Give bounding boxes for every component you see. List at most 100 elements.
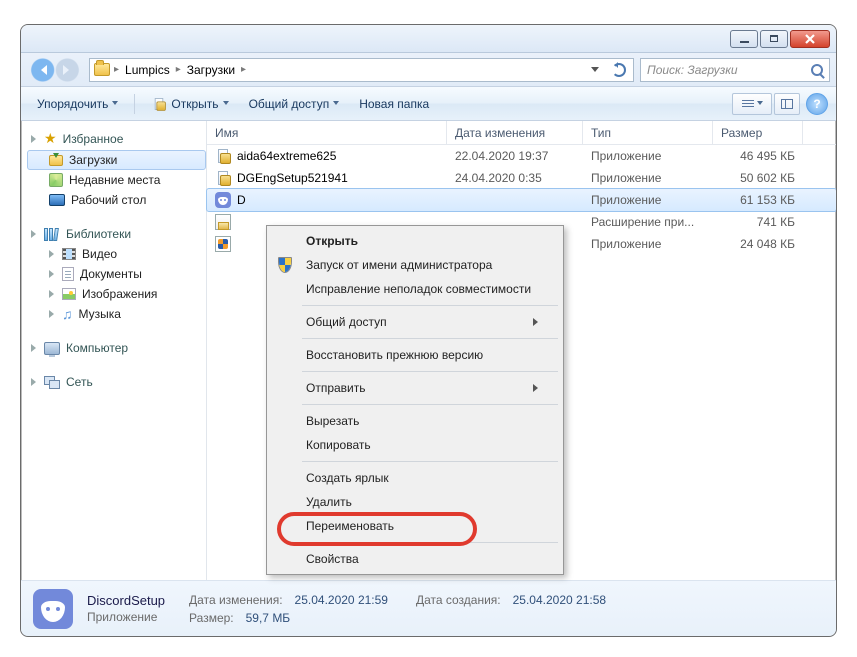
breadcrumb-downloads[interactable]: Загрузки xyxy=(185,63,237,77)
virtualbox-icon xyxy=(215,236,231,252)
maximize-button[interactable] xyxy=(760,30,788,48)
tree-expand-icon xyxy=(31,344,40,352)
chevron-down-icon xyxy=(112,101,118,108)
ctx-properties[interactable]: Свойства xyxy=(270,547,560,571)
navigation-pane: ★Избранное Загрузки Недавние места Рабоч… xyxy=(21,121,207,580)
details-filename: DiscordSetup xyxy=(87,593,165,608)
discord-icon xyxy=(33,589,73,629)
refresh-button[interactable] xyxy=(609,60,629,80)
back-forward-buttons[interactable] xyxy=(27,57,83,83)
command-toolbar: Упорядочить Открыть Общий доступ Новая п… xyxy=(21,87,836,121)
folder-icon xyxy=(94,63,110,76)
network-group[interactable]: Сеть xyxy=(27,372,206,392)
msi-icon xyxy=(215,214,231,230)
chevron-down-icon xyxy=(223,101,229,108)
tree-expand-icon xyxy=(49,250,58,258)
column-header-size[interactable]: Размер xyxy=(713,121,803,144)
column-header-type[interactable]: Тип xyxy=(583,121,713,144)
application-icon xyxy=(153,97,167,111)
tree-expand-icon xyxy=(49,290,58,298)
breadcrumb-lumpics[interactable]: Lumpics xyxy=(123,63,172,77)
installer-icon xyxy=(215,148,231,164)
video-icon xyxy=(62,248,76,260)
details-properties: Дата изменения:25.04.2020 21:59 Дата соз… xyxy=(189,593,606,625)
document-icon xyxy=(62,267,74,281)
explorer-window: ▸ Lumpics ▸ Загрузки ▸ Поиск: Загрузки У… xyxy=(20,24,837,637)
share-button[interactable]: Общий доступ xyxy=(241,93,348,115)
downloads-icon xyxy=(49,155,63,166)
column-header-date[interactable]: Дата изменения xyxy=(447,121,583,144)
ctx-send-to[interactable]: Отправить xyxy=(270,376,560,400)
organize-button[interactable]: Упорядочить xyxy=(29,93,126,115)
navigation-bar: ▸ Lumpics ▸ Загрузки ▸ Поиск: Загрузки xyxy=(21,53,836,87)
minimize-button[interactable] xyxy=(730,30,758,48)
chevron-right-icon: ▸ xyxy=(176,64,181,75)
tree-expand-icon xyxy=(49,270,58,278)
ctx-rename[interactable]: Переименовать xyxy=(270,514,560,538)
ctx-create-shortcut[interactable]: Создать ярлык xyxy=(270,466,560,490)
tree-expand-icon xyxy=(49,310,58,318)
sidebar-item-downloads[interactable]: Загрузки xyxy=(27,150,206,170)
toolbar-separator xyxy=(134,94,135,114)
music-icon: ♫ xyxy=(62,307,73,321)
file-row[interactable]: aida64extreme625 22.04.2020 19:37 Прилож… xyxy=(207,145,836,167)
sidebar-item-desktop[interactable]: Рабочий стол xyxy=(27,190,206,210)
shield-icon xyxy=(276,257,294,273)
network-icon xyxy=(44,376,60,389)
ctx-run-as-admin[interactable]: Запуск от имени администратора xyxy=(270,253,560,277)
tree-collapse-icon xyxy=(31,230,40,238)
ctx-separator xyxy=(302,338,558,339)
libraries-icon xyxy=(44,228,60,241)
ctx-separator xyxy=(302,542,558,543)
address-dropdown-button[interactable] xyxy=(585,60,605,80)
window-titlebar xyxy=(21,25,836,53)
search-placeholder: Поиск: Загрузки xyxy=(647,63,738,77)
sidebar-item-images[interactable]: Изображения xyxy=(27,284,206,304)
sidebar-item-documents[interactable]: Документы xyxy=(27,264,206,284)
file-row-selected[interactable]: D Приложение 61 153 КБ xyxy=(207,189,836,211)
column-header-name[interactable]: Имя xyxy=(207,121,447,144)
sidebar-item-recent[interactable]: Недавние места xyxy=(27,170,206,190)
help-button[interactable]: ? xyxy=(806,93,828,115)
ctx-cut[interactable]: Вырезать xyxy=(270,409,560,433)
ctx-open[interactable]: Открыть xyxy=(270,229,560,253)
ctx-share[interactable]: Общий доступ xyxy=(270,310,560,334)
new-folder-button[interactable]: Новая папка xyxy=(351,93,437,115)
open-button[interactable]: Открыть xyxy=(143,92,236,116)
ctx-separator xyxy=(302,461,558,462)
ctx-delete[interactable]: Удалить xyxy=(270,490,560,514)
view-options-button[interactable] xyxy=(732,93,772,115)
ctx-separator xyxy=(302,404,558,405)
ctx-separator xyxy=(302,305,558,306)
context-menu: Открыть Запуск от имени администратора И… xyxy=(266,225,564,575)
favorites-group[interactable]: ★Избранное xyxy=(27,127,206,150)
address-bar[interactable]: ▸ Lumpics ▸ Загрузки ▸ xyxy=(89,58,634,82)
recent-icon xyxy=(49,173,63,187)
sidebar-item-music[interactable]: ♫Музыка xyxy=(27,304,206,324)
close-button[interactable] xyxy=(790,30,830,48)
submenu-arrow-icon xyxy=(533,318,542,326)
computer-icon xyxy=(44,342,60,355)
libraries-group[interactable]: Библиотеки xyxy=(27,224,206,244)
search-icon xyxy=(811,64,823,76)
file-row[interactable]: DGEngSetup521941 24.04.2020 0:35 Приложе… xyxy=(207,167,836,189)
chevron-right-icon: ▸ xyxy=(114,64,119,75)
ctx-troubleshoot-compat[interactable]: Исправление неполадок совместимости xyxy=(270,277,560,301)
installer-icon xyxy=(215,170,231,186)
ctx-separator xyxy=(302,371,558,372)
preview-pane-button[interactable] xyxy=(774,93,800,115)
ctx-restore-version[interactable]: Восстановить прежнюю версию xyxy=(270,343,560,367)
details-pane: DiscordSetup Приложение Дата изменения:2… xyxy=(21,580,836,636)
search-input[interactable]: Поиск: Загрузки xyxy=(640,58,830,82)
star-icon: ★ xyxy=(44,130,57,147)
pictures-icon xyxy=(62,288,76,300)
chevron-down-icon xyxy=(333,101,339,108)
sidebar-item-video[interactable]: Видео xyxy=(27,244,206,264)
details-filetype: Приложение xyxy=(87,610,165,624)
column-headers: Имя Дата изменения Тип Размер xyxy=(207,121,836,145)
desktop-icon xyxy=(49,194,65,206)
ctx-copy[interactable]: Копировать xyxy=(270,433,560,457)
computer-group[interactable]: Компьютер xyxy=(27,338,206,358)
chevron-down-icon xyxy=(757,101,763,108)
submenu-arrow-icon xyxy=(533,384,542,392)
